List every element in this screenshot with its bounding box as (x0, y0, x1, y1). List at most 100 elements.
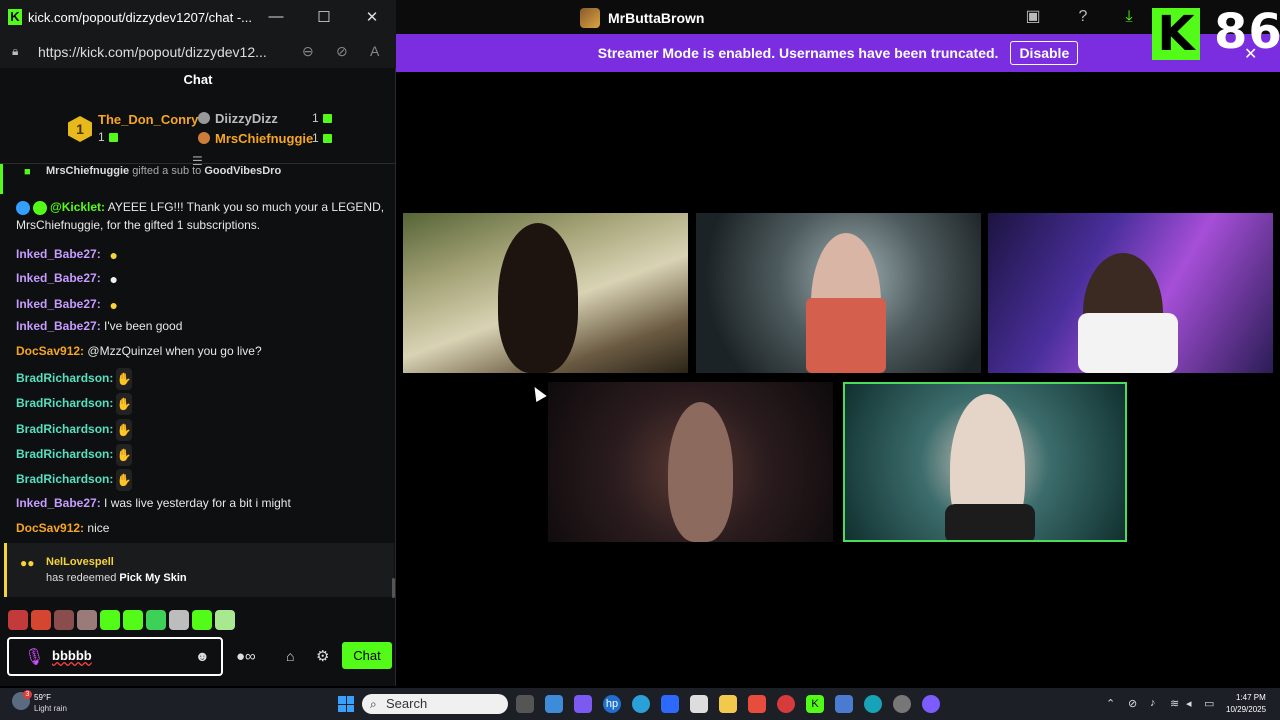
rank-three-icon (198, 132, 210, 144)
redeem-username[interactable]: NelLovespell (46, 556, 114, 568)
video-tile-3[interactable] (988, 213, 1273, 373)
chat-scrollbar[interactable] (392, 578, 395, 598)
disable-streamer-mode-button[interactable]: Disable (1010, 41, 1079, 65)
rock-hand-emote-icon: ✋ (116, 469, 133, 491)
store-icon[interactable] (690, 695, 708, 713)
volume-icon[interactable]: ◂ (1186, 697, 1192, 710)
chat-username[interactable]: BradRichardson: (16, 472, 113, 486)
emote-10-icon[interactable] (215, 610, 235, 630)
chat-message: BradRichardson: ✋ (16, 393, 133, 415)
emote-4-icon[interactable] (77, 610, 97, 630)
weather-temperature[interactable]: 59°F (34, 693, 51, 702)
url-text[interactable]: https://kick.com/popout/dizzydev12... (38, 44, 267, 60)
mic-tray-icon[interactable]: ♪ (1150, 697, 1156, 709)
chat-username[interactable]: DocSav912: (16, 344, 84, 358)
gift-sub-icon[interactable]: ⌂ (286, 648, 294, 664)
chat-username[interactable]: Inked_Babe27: (16, 297, 101, 311)
widgets-icon[interactable] (545, 695, 563, 713)
clock-date[interactable]: 10/29/2025 (1226, 705, 1266, 714)
tracking-prevention-icon[interactable]: ⊘ (336, 43, 348, 60)
lock-icon[interactable]: 🔒︎ (12, 44, 18, 59)
taskbar-search-label[interactable]: Search (386, 696, 427, 711)
read-aloud-icon[interactable]: A (370, 43, 379, 59)
chat-message: DocSav912: nice (16, 521, 109, 535)
send-chat-button[interactable]: Chat (342, 642, 392, 669)
video-tile-1[interactable] (403, 213, 688, 373)
emote-8-icon[interactable] (169, 610, 189, 630)
video-tile-4[interactable] (548, 382, 833, 542)
emote-2-icon[interactable] (31, 610, 51, 630)
zoom-icon[interactable]: ⊖ (302, 43, 314, 60)
participant-figure (498, 223, 578, 373)
chat-username[interactable]: Inked_Babe27: (16, 247, 101, 261)
edge-icon[interactable] (864, 695, 882, 713)
chat-username[interactable]: BradRichardson: (16, 371, 113, 385)
battery-icon[interactable]: ▭ (1204, 697, 1214, 710)
taskbar-search-box[interactable] (362, 694, 508, 714)
leaderboard-second-count: 1 (312, 111, 332, 125)
chat-input-value[interactable]: bbbbb (52, 648, 92, 663)
maximize-icon[interactable]: ☐ (312, 8, 336, 26)
emoji-picker-icon[interactable]: ☻ (195, 648, 210, 664)
sub-gifter-name[interactable]: MrsChiefnuggie (46, 165, 129, 177)
chat-username[interactable]: BradRichardson: (16, 422, 113, 436)
copilot-icon[interactable] (574, 695, 592, 713)
hp-icon[interactable]: hp (603, 695, 621, 713)
screen-share-icon[interactable]: ▣ (1022, 6, 1044, 28)
app-avatar-icon (580, 8, 600, 28)
gear-icon[interactable]: ⚙ (316, 647, 329, 665)
leaderboard-second-name[interactable]: DiizzyDizz (215, 111, 278, 126)
wifi-icon[interactable]: ≋ (1170, 697, 1179, 710)
video-tile-2[interactable] (696, 213, 981, 373)
emote-7-icon[interactable] (146, 610, 166, 630)
chat-username[interactable]: Inked_Babe27: (16, 319, 101, 333)
channel-points-icon[interactable]: ●∞ (236, 648, 256, 665)
chat-username[interactable]: BradRichardson: (16, 396, 113, 410)
app-icon[interactable] (835, 695, 853, 713)
minimize-icon[interactable]: — (264, 8, 288, 25)
settings-app-icon[interactable] (893, 695, 911, 713)
emote-3-icon[interactable] (54, 610, 74, 630)
close-window-icon[interactable]: ✕ (360, 8, 384, 26)
chat-username[interactable]: Inked_Babe27: (16, 496, 101, 510)
chat-message: BradRichardson: ✋ (16, 368, 133, 390)
maps-icon[interactable] (777, 695, 795, 713)
emote-1-icon[interactable] (8, 610, 28, 630)
video-tile-5-active-speaker[interactable] (843, 382, 1127, 542)
clock-time[interactable]: 1:47 PM (1236, 693, 1266, 702)
help-icon[interactable]: ? (1072, 6, 1094, 28)
chat-username[interactable]: @Kicklet: (50, 200, 105, 214)
chat-message: Inked_Babe27: ● (16, 296, 124, 314)
download-icon[interactable]: ⤓ (1118, 6, 1140, 28)
search-icon: ⌕ (370, 697, 377, 711)
gift-icon: ■ (24, 166, 31, 178)
ghost-emote-icon: ● (109, 271, 118, 287)
microphone-icon[interactable]: 🎙︎ (24, 647, 44, 667)
mute-icon[interactable]: ⊘ (1128, 697, 1137, 710)
weather-description[interactable]: Light rain (34, 704, 67, 713)
show-hidden-icons-icon[interactable]: ⌃ (1106, 697, 1115, 710)
weather-alert-badge: 3 (23, 690, 32, 699)
chat-message-text: nice (87, 521, 110, 535)
sub-recipient-name[interactable]: GoodVibesDro (204, 165, 281, 177)
leaderboard-first-name[interactable]: The_Don_Conry (98, 112, 198, 127)
file-explorer-icon[interactable] (719, 695, 737, 713)
kick-app-icon[interactable]: K (806, 695, 824, 713)
chat-username[interactable]: BradRichardson: (16, 447, 113, 461)
recent-emotes-bar (8, 610, 235, 634)
edge-dev-icon[interactable] (632, 695, 650, 713)
start-button[interactable] (338, 696, 354, 712)
emote-9-icon[interactable] (192, 610, 212, 630)
discord-icon[interactable] (922, 695, 940, 713)
task-view-icon[interactable] (516, 695, 534, 713)
emote-6-icon[interactable] (123, 610, 143, 630)
duck-emote-icon: ● (109, 297, 118, 313)
leaderboard-third-name[interactable]: MrsChiefnuggie (215, 131, 313, 146)
zoom-app-icon[interactable] (661, 695, 679, 713)
gift-icon (322, 114, 332, 124)
chat-username[interactable]: Inked_Babe27: (16, 271, 101, 285)
app-icon[interactable] (748, 695, 766, 713)
chat-username[interactable]: DocSav912: (16, 521, 84, 535)
emote-5-icon[interactable] (100, 610, 120, 630)
close-icon[interactable]: ✕ (1244, 44, 1257, 64)
